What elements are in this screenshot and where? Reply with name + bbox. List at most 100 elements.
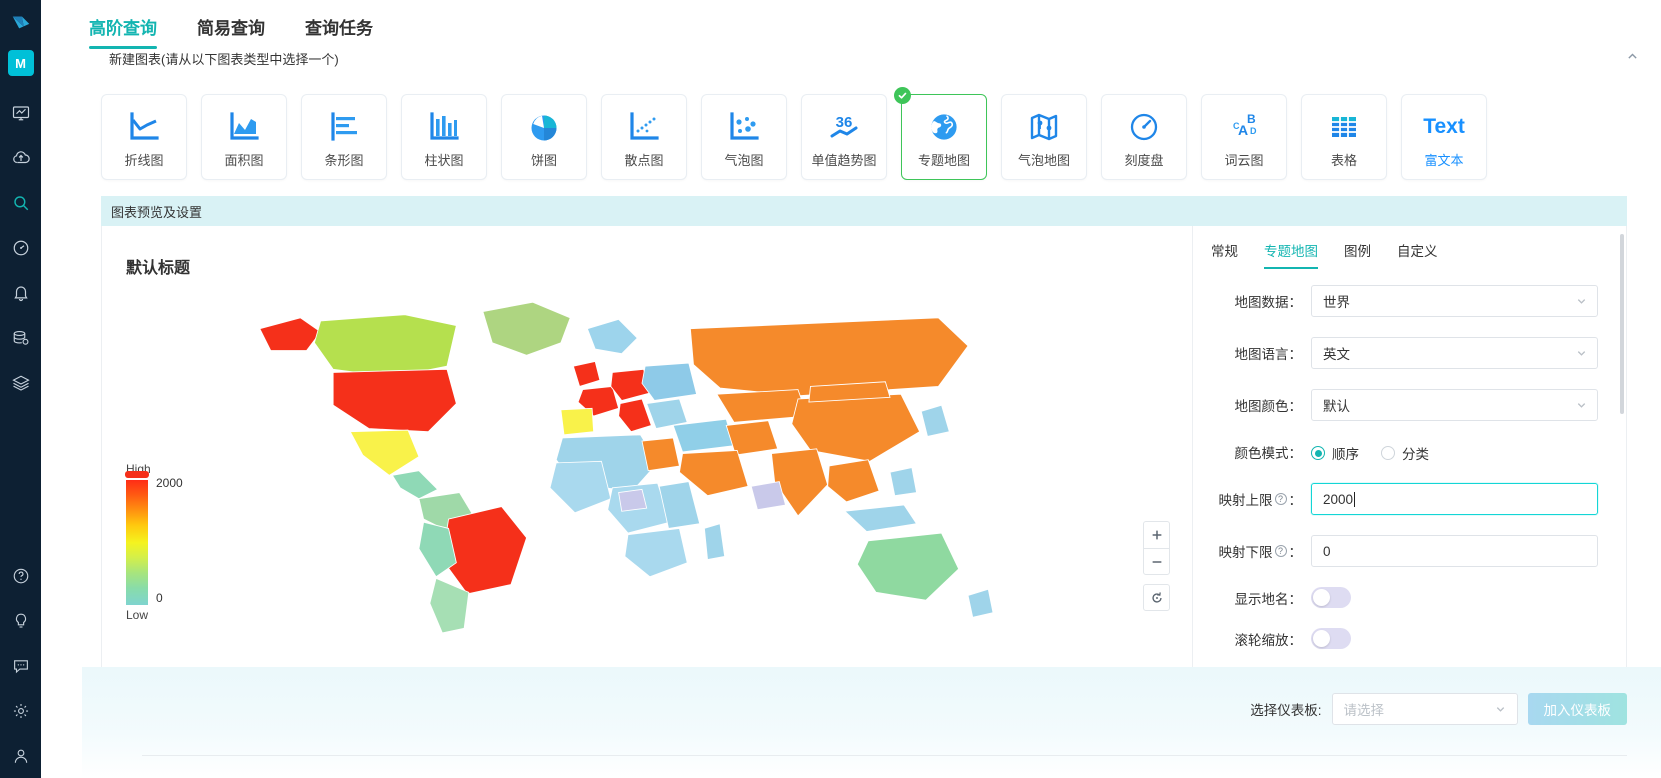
area-chart-icon	[227, 106, 261, 148]
chart-type-bubble-map[interactable]: 气泡地图	[1001, 94, 1087, 180]
reset-view-button[interactable]	[1143, 584, 1170, 611]
chart-type-label: 刻度盘	[1124, 152, 1164, 168]
zoom-out-button[interactable]	[1143, 548, 1170, 575]
gauge-dial-icon	[1127, 106, 1161, 148]
radio-categorical[interactable]: 分类	[1381, 443, 1429, 463]
colon: ：	[1288, 545, 1303, 560]
globe-icon	[927, 106, 961, 148]
map-language-select[interactable]: 英文	[1311, 337, 1598, 369]
map-legend: High 2000 0 Low	[125, 462, 236, 622]
legend-gradient-bar[interactable]	[125, 471, 149, 605]
chart-type-bubble[interactable]: 气泡图	[701, 94, 787, 180]
user-icon[interactable]	[0, 733, 41, 778]
bar-chart-icon	[327, 106, 361, 148]
pie-chart-icon	[527, 106, 561, 148]
tab-simple-query[interactable]: 简易查询	[197, 0, 265, 49]
single-value-trend-icon: 36	[827, 106, 861, 148]
show-place-names-toggle[interactable]	[1311, 587, 1351, 608]
chart-type-label: 词云图	[1224, 152, 1264, 168]
tab-legend[interactable]: 图例	[1344, 240, 1371, 269]
column-chart-icon	[427, 106, 461, 148]
preview-section-title: 图表预览及设置	[111, 204, 203, 220]
field-show-place-names: 显示地名：	[1193, 587, 1598, 608]
radio-categorical-label: 分类	[1402, 447, 1429, 462]
field-wheel-zoom: 滚轮缩放：	[1193, 628, 1598, 649]
tab-advanced-query[interactable]: 高阶查询	[89, 0, 157, 49]
tab-custom[interactable]: 自定义	[1397, 240, 1438, 269]
layers-icon[interactable]	[0, 360, 41, 405]
field-color-mode: 颜色模式： 顺序 分类	[1193, 441, 1598, 463]
help-tooltip-icon[interactable]: ?	[1274, 493, 1287, 505]
tab-thematic-map[interactable]: 专题地图	[1264, 240, 1318, 269]
bubble-chart-icon	[727, 106, 761, 148]
footer-bar: 选择仪表板: 请选择 加入仪表板	[82, 667, 1661, 778]
cloud-upload-icon[interactable]	[0, 135, 41, 180]
svg-text:36: 36	[836, 114, 853, 131]
chart-type-label: 柱状图	[424, 152, 464, 168]
map-pane[interactable]: 默认标题 High 2000 0 Low	[102, 226, 1192, 667]
color-mode-label: 颜色模式：	[1234, 446, 1303, 461]
settings-panel: 常规 专题地图 图例 自定义 地图数据： 世界 地图语言： 英文 地图颜色： 默…	[1192, 226, 1626, 667]
toggle-knob	[1313, 630, 1330, 647]
chart-type-label: 气泡图	[724, 152, 764, 168]
gauge-icon[interactable]	[0, 225, 41, 270]
legend-low-label: Low	[126, 608, 149, 622]
color-mode-control: 顺序 分类	[1311, 441, 1598, 463]
database-icon[interactable]	[0, 315, 41, 360]
chart-type-pie[interactable]: 饼图	[501, 94, 587, 180]
map-data-select[interactable]: 世界	[1311, 285, 1598, 317]
world-map[interactable]	[252, 266, 1032, 666]
avatar[interactable]: M	[7, 50, 34, 76]
legend-body: 2000 0	[125, 471, 236, 605]
map-upper-limit-input[interactable]: 2000	[1311, 483, 1598, 515]
map-lower-limit-value: 0	[1323, 543, 1331, 559]
legend-max-value: 2000	[156, 476, 183, 490]
dashboard-select[interactable]: 请选择	[1331, 693, 1518, 725]
dashboard-select-label: 选择仪表板:	[1250, 703, 1322, 718]
tab-general[interactable]: 常规	[1211, 240, 1238, 269]
lightbulb-icon[interactable]	[0, 598, 41, 643]
map-upper-limit-value: 2000	[1323, 491, 1354, 507]
search-icon[interactable]	[0, 180, 41, 225]
tab-query-task[interactable]: 查询任务	[305, 0, 373, 49]
wheel-zoom-control	[1311, 628, 1598, 649]
chart-type-column[interactable]: 柱状图	[401, 94, 487, 180]
chart-type-gauge-dial[interactable]: 刻度盘	[1101, 94, 1187, 180]
chart-type-line[interactable]: 折线图	[101, 94, 187, 180]
legend-handle[interactable]	[125, 471, 149, 478]
chart-type-bar[interactable]: 条形图	[301, 94, 387, 180]
chart-type-thematic-map[interactable]: 专题地图	[894, 87, 987, 180]
chat-icon[interactable]	[0, 643, 41, 688]
help-tooltip-icon[interactable]: ?	[1274, 545, 1287, 557]
chart-type-label: 面积图	[224, 152, 264, 168]
field-map-language: 地图语言： 英文	[1193, 337, 1598, 369]
dashboard-icon[interactable]	[0, 90, 41, 135]
word-cloud-icon: C B A D	[1227, 106, 1261, 148]
collapse-toggle-icon[interactable]	[1626, 50, 1639, 66]
bell-icon[interactable]	[0, 270, 41, 315]
wheel-zoom-toggle[interactable]	[1311, 628, 1351, 649]
radio-sequential[interactable]: 顺序	[1311, 443, 1359, 463]
chart-type-area[interactable]: 面积图	[201, 94, 287, 180]
text-cursor	[1354, 491, 1356, 507]
left-sidebar: M	[0, 0, 41, 778]
toggle-knob	[1313, 589, 1330, 606]
map-color-select[interactable]: 默认	[1311, 389, 1598, 421]
chart-type-strip: 折线图 面积图 条形图 柱状图 饼图 散点图 气泡图 36 单值趋势图 专题地图…	[101, 87, 1627, 180]
help-circle-icon[interactable]	[0, 553, 41, 598]
chart-type-word-cloud[interactable]: C B A D 词云图	[1201, 94, 1287, 180]
chart-type-single-value-trend[interactable]: 36 单值趋势图	[801, 94, 887, 180]
radio-sequential-label: 顺序	[1332, 447, 1359, 462]
gear-icon[interactable]	[0, 688, 41, 733]
selected-check-icon	[894, 87, 911, 104]
zoom-in-button[interactable]	[1143, 521, 1170, 548]
chart-type-label: 富文本	[1424, 152, 1464, 168]
table-grid-icon	[1327, 106, 1361, 148]
field-map-lower-limit: 映射下限 ? ： 0	[1193, 535, 1598, 567]
map-lower-limit-input[interactable]: 0	[1311, 535, 1598, 567]
add-to-dashboard-button[interactable]: 加入仪表板	[1527, 693, 1627, 725]
chart-type-rich-text[interactable]: Text 富文本	[1401, 94, 1487, 180]
chart-type-table[interactable]: 表格	[1301, 94, 1387, 180]
settings-scrollbar[interactable]	[1620, 234, 1624, 414]
chart-type-scatter[interactable]: 散点图	[601, 94, 687, 180]
